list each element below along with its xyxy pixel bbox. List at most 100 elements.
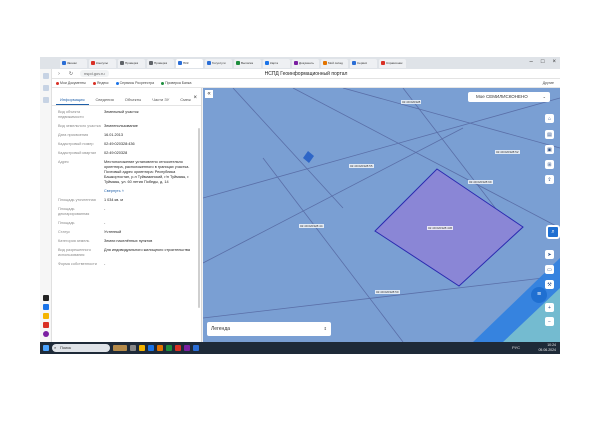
panel-tab[interactable]: Части ЗУ <box>148 94 173 105</box>
os-search-input[interactable]: ⌕ Поиск <box>52 344 110 352</box>
start-icon[interactable] <box>43 345 49 351</box>
legend-label: Легенда <box>211 326 231 332</box>
browser-tab[interactable]: Выписка <box>234 58 261 68</box>
attribute-value: Земельный участок <box>104 110 139 114</box>
tools-button[interactable]: ⚒ <box>545 280 554 289</box>
home-map-button[interactable]: ⌂ <box>545 114 554 123</box>
attribute-label: Дата присвоения <box>58 133 89 137</box>
edge-icon[interactable] <box>148 345 154 351</box>
browser-tab[interactable]: Госуслуги <box>205 58 232 68</box>
maximize-icon[interactable]: □ <box>541 59 545 65</box>
tab-label: Звонки <box>67 61 77 65</box>
browser-tab[interactable]: Консульт <box>89 58 116 68</box>
collapse-panel-button[interactable]: « <box>205 90 213 98</box>
app-icon-4[interactable] <box>43 322 49 328</box>
attribute-row: Адрес Местоположение установлено относите… <box>58 160 196 185</box>
attribute-value: 02:49:020328:436 <box>104 142 135 146</box>
app-taskbar-icon[interactable] <box>184 345 190 351</box>
attribute-row: Вид объекта недвижимости Земельный участо… <box>58 110 196 120</box>
app-taskbar-icon[interactable] <box>157 345 163 351</box>
widget-icon[interactable] <box>113 345 127 351</box>
attribute-row: Форма собственности - <box>58 262 196 267</box>
browser-tab[interactable]: Звонки <box>60 58 87 68</box>
attribute-value: Учтенный <box>104 230 122 234</box>
bookmark-item[interactable]: Сервисы Росреестра <box>115 81 154 85</box>
app-icon-5[interactable] <box>43 331 49 337</box>
print-button[interactable]: ▣ <box>545 145 554 154</box>
tab-favicon-icon <box>91 61 95 65</box>
panel-tab[interactable]: Сведения <box>92 94 118 105</box>
apps-icon[interactable] <box>43 97 49 103</box>
url-field[interactable]: nspd.gov.ru <box>80 70 109 77</box>
share-icon: ⇪ <box>547 176 552 183</box>
app-icon-1[interactable] <box>43 295 49 301</box>
attribute-label: Вид разрешенного использования <box>58 248 91 257</box>
collapse-link[interactable]: Свернуть ˄ <box>104 189 196 194</box>
attribute-label: Площадь уточненная <box>58 198 96 202</box>
search-map-button[interactable]: ⌕ <box>546 225 560 239</box>
bookmark-item[interactable]: Яндекс <box>92 81 109 85</box>
browser-tab[interactable]: Мой склад <box>321 58 348 68</box>
attribute-row: Дата присвоения 16.01.2013 <box>58 133 196 138</box>
home-icon[interactable] <box>43 73 49 79</box>
tab-favicon-icon <box>381 61 385 65</box>
map-view[interactable]: 02:49:020328 02:49:020328:55 02:49:02032… <box>203 88 560 342</box>
legend-select[interactable]: Легенда ⇕ <box>207 322 331 336</box>
app-taskbar-icon[interactable] <box>175 345 181 351</box>
measure-button[interactable]: ⊞ <box>545 160 554 169</box>
zoom-in-button[interactable]: + <box>545 303 554 312</box>
measure-icon: ⊞ <box>547 161 552 168</box>
page-title: НСПД Геоинформационный портал <box>264 70 348 77</box>
reload-icon[interactable]: ↻ <box>68 71 74 77</box>
bookmark-favicon-icon <box>115 81 119 85</box>
close-icon[interactable]: × <box>193 95 197 101</box>
parcel-label: 02:49:020328 <box>401 100 422 104</box>
layers-icon: ▤ <box>547 131 552 138</box>
tab-label: Мой склад <box>328 61 343 65</box>
parcel-label: 02:49:020328:436 <box>427 226 454 230</box>
locate-button[interactable]: ➤ <box>545 250 554 259</box>
tab-favicon-icon <box>236 61 240 65</box>
attribute-label: Адрес <box>58 160 69 164</box>
attribute-label: Кадастровый квартал <box>58 151 97 155</box>
window-controls: – □ × <box>530 59 556 65</box>
bookmark-item[interactable]: Проверка Банка <box>161 81 191 85</box>
panel-tab[interactable]: Объекты <box>121 94 146 105</box>
share-button[interactable]: ⇪ <box>545 175 554 184</box>
browser-tab[interactable]: Проверка <box>118 58 145 68</box>
app-taskbar-icon[interactable] <box>166 345 172 351</box>
locate-icon: ➤ <box>547 251 552 258</box>
app-icon-2[interactable] <box>43 304 49 310</box>
browser-tab[interactable]: Сервис <box>350 58 377 68</box>
yandex-browser-icon[interactable] <box>193 345 199 351</box>
chat-button[interactable]: ≡ <box>531 287 547 303</box>
forward-icon[interactable]: › <box>56 71 62 77</box>
panel-tab[interactable]: Информация <box>56 94 89 105</box>
attribute-value: - <box>104 221 106 225</box>
zoom-out-button[interactable]: − <box>545 317 554 326</box>
close-window-icon[interactable]: × <box>552 59 556 65</box>
taskview-icon[interactable] <box>130 345 136 351</box>
browser-tab[interactable]: Справочник <box>379 58 406 68</box>
screen-button[interactable]: ▭ <box>545 265 554 274</box>
bookmark-other[interactable]: Другие <box>543 81 554 85</box>
browser-tab[interactable]: ПКК <box>176 58 203 68</box>
attribute-value: 02:49:020328 <box>104 151 128 155</box>
layer-select[interactable]: Мое СЕМИЛИСКОНЕНО ⌄ <box>468 92 550 102</box>
panel-tab[interactable]: Смеж <box>176 94 195 105</box>
explorer-icon[interactable] <box>139 345 145 351</box>
layers-button[interactable]: ▤ <box>545 130 554 139</box>
app-icon-3[interactable] <box>43 313 49 319</box>
panel-scrollbar[interactable] <box>198 128 200 308</box>
bookmark-item[interactable]: Мои Документы <box>56 81 86 85</box>
browser-tab[interactable]: Проверка <box>147 58 174 68</box>
minimize-icon[interactable]: – <box>530 59 533 65</box>
browser-tab[interactable]: Карта <box>263 58 290 68</box>
keyboard-layout[interactable]: РУС <box>512 345 520 350</box>
history-icon[interactable] <box>43 85 49 91</box>
minus-icon: − <box>548 318 551 325</box>
tab-favicon-icon <box>178 61 182 65</box>
browser-tab[interactable]: Документы <box>292 58 319 68</box>
clock[interactable]: 10:24 05.06.2024 <box>538 343 556 353</box>
attribute-value: Земли населённых пунктов <box>104 239 153 243</box>
